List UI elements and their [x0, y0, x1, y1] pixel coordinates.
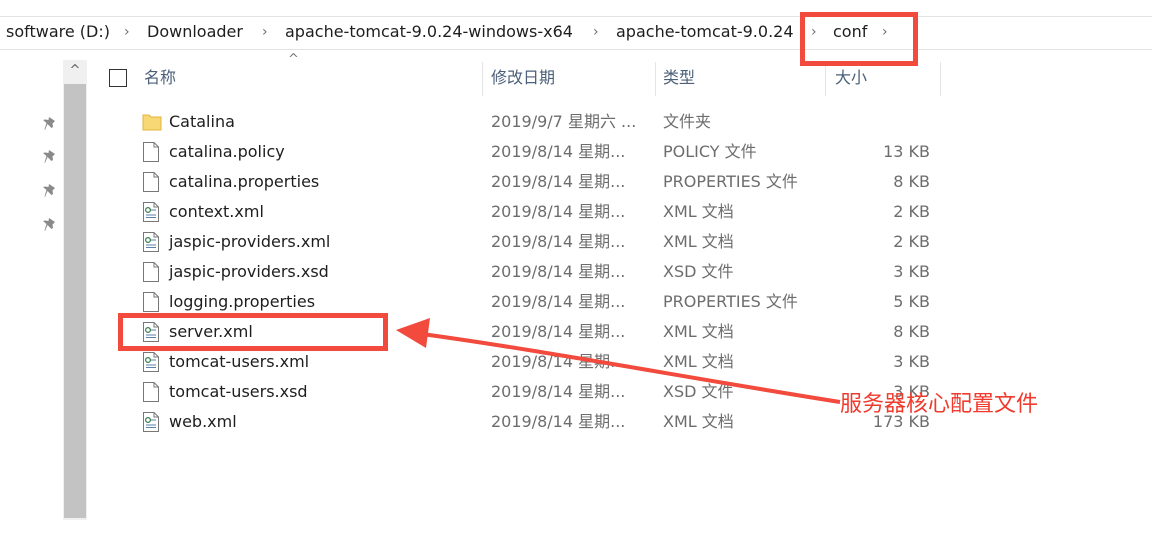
address-bar-bottom-border	[0, 49, 1152, 50]
file-size: 3 KB	[893, 262, 930, 281]
file-size	[830, 107, 930, 137]
file-size: 8 KB	[893, 172, 930, 191]
breadcrumb-tomcat[interactable]: apache-tomcat-9.0.24	[616, 20, 794, 44]
file-row[interactable]: catalina.policy 2019/8/14 星期... POLICY 文件 1…	[100, 137, 942, 167]
nav-scrollbar-thumb[interactable]	[64, 84, 86, 518]
file-date: 2019/8/14 星期...	[491, 412, 626, 431]
highlight-box-server-xml	[118, 313, 388, 351]
file-size: 2 KB	[893, 232, 930, 251]
file-type: PROPERTIES 文件	[663, 172, 798, 191]
xml-file-icon	[142, 231, 160, 253]
file-name: tomcat-users.xml	[169, 352, 310, 371]
file-name: tomcat-users.xsd	[169, 382, 308, 401]
file-icon	[142, 261, 160, 283]
navigation-pane: ^	[0, 56, 90, 540]
column-divider[interactable]	[482, 62, 483, 96]
highlight-box-conf	[800, 12, 918, 66]
file-icon	[142, 171, 160, 193]
file-date: 2019/8/14 星期...	[491, 202, 626, 221]
chevron-right-icon[interactable]: ›	[124, 20, 130, 44]
column-divider[interactable]	[940, 62, 941, 96]
column-header-name[interactable]: 名称	[144, 58, 176, 98]
file-icon	[142, 381, 160, 403]
file-type: XSD 文件	[663, 382, 734, 401]
file-icon	[142, 141, 160, 163]
file-name: jaspic-providers.xsd	[169, 262, 329, 281]
sort-ascending-icon: ^	[288, 52, 299, 67]
column-header-date[interactable]: 修改日期	[491, 58, 555, 98]
file-type: XML 文档	[663, 232, 734, 251]
file-size: 13 KB	[883, 142, 930, 161]
file-date: 2019/8/14 星期...	[491, 262, 626, 281]
file-type: XML 文档	[663, 202, 734, 221]
pin-icon[interactable]	[40, 217, 58, 235]
chevron-right-icon[interactable]: ›	[262, 20, 268, 44]
file-icon	[142, 291, 160, 313]
file-row[interactable]: jaspic-providers.xsd 2019/8/14 星期... XSD 文…	[100, 257, 942, 287]
file-size: 8 KB	[893, 322, 930, 341]
file-name: catalina.policy	[169, 142, 285, 161]
pin-icon[interactable]	[40, 183, 58, 201]
file-row[interactable]: tomcat-users.xml 2019/8/14 星期... XML 文档 3 K…	[100, 347, 942, 377]
file-date: 2019/8/14 星期...	[491, 322, 626, 341]
file-date: 2019/8/14 星期...	[491, 232, 626, 251]
file-date: 2019/9/7 星期六 ...	[491, 112, 637, 131]
file-size: 5 KB	[893, 292, 930, 311]
file-date: 2019/8/14 星期...	[491, 172, 626, 191]
address-bar-top-border	[0, 16, 1152, 17]
chevron-up-icon[interactable]: ^	[63, 60, 87, 82]
column-divider[interactable]	[825, 62, 826, 96]
xml-file-icon	[142, 411, 160, 433]
file-name: context.xml	[169, 202, 264, 221]
file-type: XML 文档	[663, 412, 734, 431]
file-name: Catalina	[169, 112, 235, 131]
xml-file-icon	[142, 351, 160, 373]
file-row[interactable]: web.xml 2019/8/14 星期... XML 文档 173 KB	[100, 407, 942, 437]
pin-icon[interactable]	[40, 116, 58, 134]
file-name: jaspic-providers.xml	[169, 232, 331, 251]
folder-icon	[142, 111, 162, 133]
breadcrumb-tomcat-windows[interactable]: apache-tomcat-9.0.24-windows-x64	[285, 20, 573, 44]
file-date: 2019/8/14 星期...	[491, 352, 626, 371]
column-divider[interactable]	[655, 62, 656, 96]
column-header-type[interactable]: 类型	[663, 58, 695, 98]
breadcrumb-downloader[interactable]: Downloader	[147, 20, 243, 44]
file-size: 3 KB	[893, 352, 930, 371]
file-date: 2019/8/14 星期...	[491, 292, 626, 311]
file-date: 2019/8/14 星期...	[491, 142, 626, 161]
file-name: catalina.properties	[169, 172, 320, 191]
file-row[interactable]: tomcat-users.xsd 2019/8/14 星期... XSD 文件 3 K…	[100, 377, 942, 407]
chevron-right-icon[interactable]: ›	[593, 20, 599, 44]
file-type: XSD 文件	[663, 262, 734, 281]
xml-file-icon	[142, 201, 160, 223]
file-row[interactable]: catalina.properties 2019/8/14 星期... PROPER…	[100, 167, 942, 197]
file-type: 文件夹	[663, 112, 712, 131]
address-bar[interactable]: software (D:) › Downloader › apache-tomc…	[0, 14, 1152, 50]
file-row[interactable]: context.xml 2019/8/14 星期... XML 文档 2 KB	[100, 197, 942, 227]
annotation-note: 服务器核心配置文件	[840, 392, 1039, 417]
file-type: XML 文档	[663, 352, 734, 371]
file-row[interactable]: jaspic-providers.xml 2019/8/14 星期... XML 文…	[100, 227, 942, 257]
file-type: POLICY 文件	[663, 142, 757, 161]
select-all-checkbox[interactable]	[109, 69, 127, 87]
file-name: web.xml	[169, 412, 237, 431]
pin-icon[interactable]	[40, 149, 58, 167]
breadcrumb-drive[interactable]: software (D:)	[6, 20, 110, 44]
file-row[interactable]: Catalina 2019/9/7 星期六 ... 文件夹	[100, 107, 942, 137]
file-size: 2 KB	[893, 202, 930, 221]
file-type: XML 文档	[663, 322, 734, 341]
file-date: 2019/8/14 星期...	[491, 382, 626, 401]
file-type: PROPERTIES 文件	[663, 292, 798, 311]
